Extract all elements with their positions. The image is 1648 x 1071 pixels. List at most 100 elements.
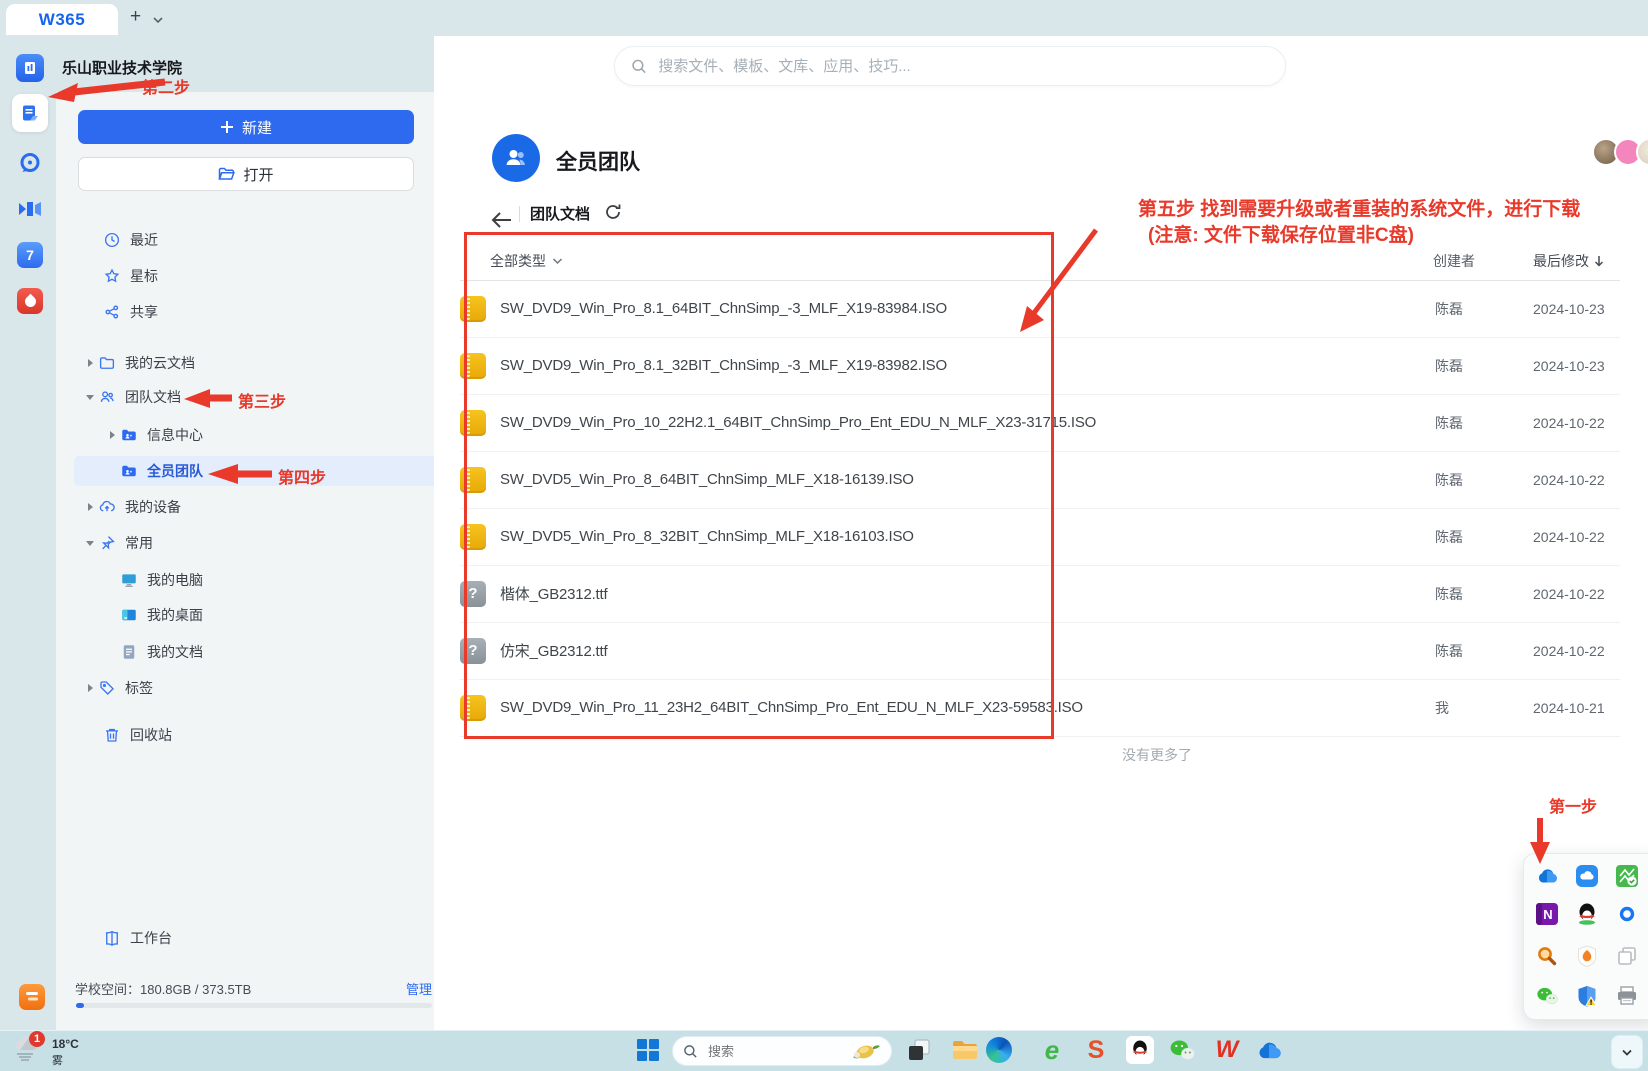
task-view-button[interactable] [905, 1036, 933, 1064]
refresh-icon[interactable] [604, 203, 622, 221]
sidebar-item-label: 我的设备 [125, 497, 181, 517]
chevron-down-icon [1621, 1048, 1633, 1057]
file-modified-date: 2024-10-22 [1533, 643, 1605, 659]
storage-manage-link[interactable]: 管理 [406, 979, 432, 998]
rail-apps-grid-icon[interactable] [17, 334, 43, 360]
sidebar-item-label: 星标 [130, 266, 158, 286]
start-button[interactable] [634, 1036, 662, 1064]
sidebar-item-recycle-bin[interactable]: 回收站 [74, 721, 459, 749]
taskbar-search-input[interactable] [706, 1043, 830, 1060]
team-folder-icon [120, 462, 138, 480]
collapse-arrow-icon[interactable] [82, 503, 98, 511]
sidebar-item-recent[interactable]: 最近 [74, 226, 459, 254]
sidebar-item-my-documents[interactable]: 我的文档 [74, 638, 476, 666]
expand-arrow-icon[interactable] [82, 541, 98, 546]
wechat-taskbar-icon[interactable] [1168, 1036, 1196, 1064]
blue-ring-icon[interactable] [1616, 903, 1638, 925]
plus-icon [220, 120, 234, 134]
star-icon [103, 267, 121, 285]
file-row[interactable]: SW_DVD5_Win_Pro_8_64BIT_ChnSimp_MLF_X18-… [460, 451, 1620, 509]
calendar-day-glyph: 7 [26, 247, 34, 263]
tray-chevron-button[interactable] [1611, 1035, 1643, 1069]
global-search-bar[interactable] [614, 46, 1286, 86]
collapse-arrow-icon[interactable] [82, 359, 98, 367]
sidebar-item-my-devices[interactable]: 我的设备 [74, 493, 438, 521]
open-folder-icon [218, 167, 235, 182]
fire-shield-icon[interactable] [1576, 945, 1598, 967]
printer-icon[interactable] [1616, 985, 1638, 1007]
sidebar-item-my-cloud-docs[interactable]: 我的云文档 [74, 349, 438, 377]
new-button-label: 新建 [242, 117, 272, 138]
sidebar-item-workbench[interactable]: 工作台 [74, 924, 459, 952]
modified-label: 最后修改 [1533, 251, 1589, 271]
onedrive-icon[interactable] [1536, 865, 1558, 887]
annotation-step1: 第一步 [1549, 793, 1597, 817]
file-row[interactable]: 楷体_GB2312.ttf 陈磊 2024-10-22 [460, 565, 1620, 623]
ie-browser-icon[interactable]: e [1038, 1036, 1066, 1064]
file-name: 仿宋_GB2312.ttf [500, 640, 607, 661]
copy-pages-icon[interactable] [1616, 945, 1638, 967]
workspace-logo-icon[interactable] [16, 54, 44, 82]
column-header-creator[interactable]: 创建者 [1433, 251, 1475, 271]
file-row[interactable]: SW_DVD9_Win_Pro_8.1_32BIT_ChnSimp_-3_MLF… [460, 337, 1620, 395]
sidebar-item-my-computer[interactable]: 我的电脑 [74, 566, 476, 594]
sidebar-item-my-desktop[interactable]: 我的桌面 [74, 601, 476, 629]
green-secure-icon[interactable] [1616, 865, 1638, 887]
qq-tray-icon[interactable] [1576, 903, 1598, 925]
global-search-input[interactable] [656, 57, 1269, 76]
sidebar-item-label: 我的桌面 [147, 605, 203, 625]
file-type-icon [460, 524, 486, 550]
sidebar-item-info-center[interactable]: 信息中心 [74, 421, 460, 449]
rail-meeting-icon[interactable] [16, 196, 44, 222]
wechat-tray-icon[interactable] [1536, 985, 1558, 1007]
weather-temperature[interactable]: 18°C [52, 1037, 79, 1051]
file-row[interactable]: 仿宋_GB2312.ttf 陈磊 2024-10-22 [460, 622, 1620, 680]
onedrive-taskbar-icon[interactable] [1255, 1036, 1283, 1064]
wps-taskbar-icon[interactable]: W [1212, 1036, 1240, 1064]
file-type-icon [460, 581, 486, 607]
file-row[interactable]: SW_DVD9_Win_Pro_11_23H2_64BIT_ChnSimp_Pr… [460, 679, 1620, 737]
collapse-arrow-icon[interactable] [104, 431, 120, 439]
sidebar-item-tags[interactable]: 标签 [74, 674, 438, 702]
orange-search-icon[interactable] [1536, 945, 1558, 967]
sidebar-docs-icon[interactable] [12, 94, 48, 132]
file-row[interactable]: SW_DVD9_Win_Pro_8.1_64BIT_ChnSimp_-3_MLF… [460, 280, 1620, 338]
collapse-arrow-icon[interactable] [82, 684, 98, 692]
file-type-filter[interactable]: 全部类型 [490, 251, 563, 271]
onenote-icon[interactable]: N [1536, 903, 1558, 925]
sidebar-item-all-members-team[interactable]: 全员团队 [74, 456, 476, 486]
taskbar-search[interactable] [672, 1036, 892, 1066]
open-button-label: 打开 [243, 164, 273, 185]
rail-calendar-icon[interactable]: 7 [17, 242, 43, 268]
file-explorer-icon[interactable] [951, 1036, 979, 1064]
rail-orange-app-icon[interactable] [19, 984, 45, 1010]
new-document-button[interactable]: 新建 [78, 110, 414, 144]
tab-dropdown-chevron-icon[interactable] [152, 15, 164, 25]
back-button-icon[interactable] [490, 211, 512, 229]
column-header-modified[interactable]: 最后修改 [1533, 251, 1604, 271]
share-icon [103, 303, 121, 321]
cloud-app-icon[interactable] [1576, 865, 1598, 887]
rail-chat-icon[interactable] [17, 150, 43, 176]
expand-arrow-icon[interactable] [82, 395, 98, 400]
file-name: SW_DVD9_Win_Pro_10_22H2.1_64BIT_ChnSimp_… [500, 414, 1096, 431]
app-tab[interactable]: W365 [6, 4, 118, 35]
annotation-step3: 第三步 [238, 388, 286, 412]
shield-warning-icon[interactable] [1576, 985, 1598, 1007]
rail-red-app-icon[interactable] [17, 288, 43, 314]
file-row[interactable]: SW_DVD5_Win_Pro_8_32BIT_ChnSimp_MLF_X18-… [460, 508, 1620, 566]
weather-condition[interactable]: 雾 [52, 1052, 63, 1068]
edge-browser-icon[interactable] [985, 1036, 1013, 1064]
open-file-button[interactable]: 打开 [78, 157, 414, 191]
s-app-icon[interactable]: S [1082, 1036, 1110, 1064]
breadcrumb[interactable]: 团队文档 [530, 203, 590, 224]
sidebar-item-shared[interactable]: 共享 [74, 298, 459, 326]
sidebar-item-frequent[interactable]: 常用 [74, 529, 438, 557]
new-tab-button[interactable]: + [130, 6, 141, 28]
file-modified-date: 2024-10-22 [1533, 529, 1605, 545]
file-creator: 陈磊 [1435, 299, 1463, 319]
qq-taskbar-icon[interactable] [1126, 1036, 1154, 1064]
file-row[interactable]: SW_DVD9_Win_Pro_10_22H2.1_64BIT_ChnSimp_… [460, 394, 1620, 452]
sidebar-item-starred[interactable]: 星标 [74, 262, 459, 290]
search-highlight-image [851, 1039, 881, 1063]
